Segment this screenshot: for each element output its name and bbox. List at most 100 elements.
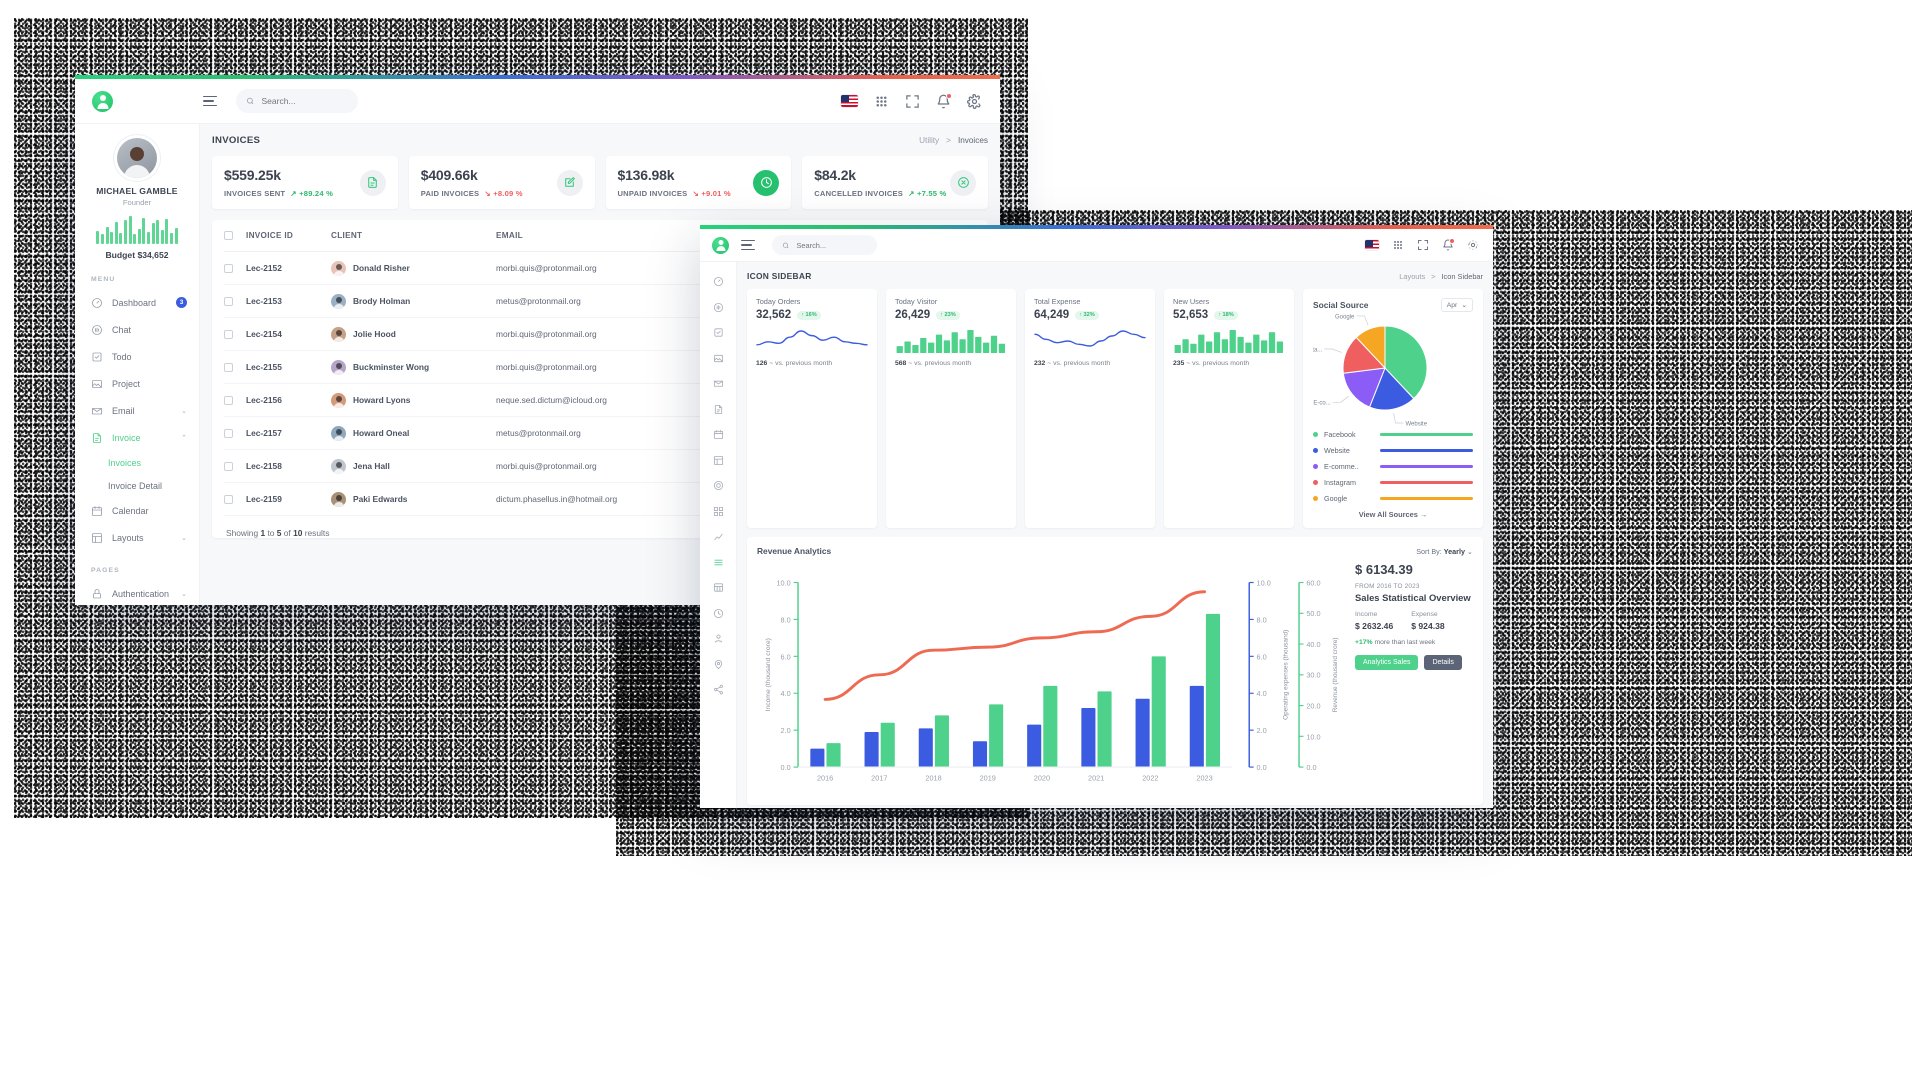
gear-icon[interactable] <box>967 93 982 109</box>
row-select-cell[interactable] <box>224 383 246 417</box>
invoice-icon[interactable] <box>713 404 724 415</box>
notifications-bell-icon-2[interactable] <box>1442 238 1455 251</box>
income-expense-row: Income $ 2632.46 Expense $ 924.38 <box>1355 611 1473 631</box>
row-checkbox[interactable] <box>224 428 233 438</box>
view-all-sources-link[interactable]: View All Sources → <box>1313 510 1473 519</box>
sidebar-item-layouts[interactable]: Layouts ⌄ <box>75 524 199 551</box>
menu-toggle-icon[interactable] <box>203 95 217 107</box>
sidebar: MICHAEL GAMBLE Founder Budget $34,652 ME… <box>75 124 200 605</box>
gear-icon-2[interactable] <box>1467 239 1479 251</box>
stat-value: 52,653 <box>1173 309 1209 321</box>
legend-bar <box>1380 465 1473 468</box>
language-flag-icon-2[interactable] <box>1365 240 1379 250</box>
kpi-card: $559.25k INVOICES SENT ↗ +89.24 % <box>212 156 398 209</box>
row-checkbox[interactable] <box>224 263 233 273</box>
sidebar-item-authentication[interactable]: Authentication ⌄ <box>75 580 199 605</box>
search-input-2[interactable] <box>796 240 867 250</box>
svg-text:Operating expenses (thousand): Operating expenses (thousand) <box>1282 630 1289 720</box>
map-pin-icon[interactable] <box>713 659 724 670</box>
invoice-id-cell: Lec-2157 <box>246 416 331 450</box>
sidebar-item-chat[interactable]: Chat <box>75 316 199 343</box>
row-select-cell[interactable] <box>224 350 246 384</box>
clock-icon[interactable] <box>713 608 724 619</box>
sidebar-subitem-invoice-detail[interactable]: Invoice Detail <box>75 474 199 497</box>
calendar-icon[interactable] <box>713 429 724 440</box>
row-checkbox[interactable] <box>224 494 233 504</box>
logo[interactable] <box>75 90 200 112</box>
client-name: Donald Risher <box>353 263 410 273</box>
sidebar-item-email[interactable]: Email ⌄ <box>75 397 199 424</box>
email-cell: morbi.quis@protonmail.org <box>496 317 726 351</box>
svg-text:0.0: 0.0 <box>1306 763 1316 772</box>
sidebar-item-project[interactable]: Project <box>75 370 199 397</box>
project-icon[interactable] <box>713 353 724 364</box>
breadcrumb-parent-2[interactable]: Layouts <box>1399 272 1425 281</box>
email-cell: dictum.phasellus.in@hotmail.org <box>496 482 726 516</box>
email-icon[interactable] <box>713 378 724 389</box>
fullscreen-icon-2[interactable] <box>1417 239 1429 251</box>
row-select-cell[interactable] <box>224 251 246 285</box>
fullscreen-icon[interactable] <box>905 94 920 109</box>
sidebar-item-label: Chat <box>112 324 132 335</box>
social-source-period-dropdown[interactable]: Apr ⌄ <box>1440 298 1473 312</box>
list-icon[interactable] <box>713 557 724 568</box>
chat-icon[interactable] <box>713 302 724 313</box>
legend-label: Instagram <box>1324 478 1356 487</box>
stat-label: New Users <box>1173 297 1210 306</box>
social-legend-row: Google <box>1313 494 1473 503</box>
share-icon[interactable] <box>713 684 724 695</box>
svg-text:6.0: 6.0 <box>1257 652 1267 661</box>
row-select-cell[interactable] <box>224 317 246 351</box>
revenue-sort-dropdown[interactable]: Sort By: Yearly ⌄ <box>1416 547 1473 556</box>
row-select-cell[interactable] <box>224 482 246 516</box>
analytics-sales-button[interactable]: Analytics Sales <box>1355 655 1419 670</box>
stat-sparkline <box>1034 327 1146 353</box>
apps-grid-icon[interactable] <box>874 94 889 109</box>
table-icon[interactable] <box>713 582 724 593</box>
notifications-bell-icon[interactable] <box>936 92 952 109</box>
breadcrumb-separator: > <box>946 136 951 145</box>
logo-2[interactable] <box>700 236 738 254</box>
kpi-text: $559.25k INVOICES SENT ↗ +89.24 % <box>224 167 360 198</box>
row-checkbox[interactable] <box>224 362 233 372</box>
sidebar-item-calendar[interactable]: Calendar <box>75 497 199 524</box>
sidebar-item-dashboard[interactable]: Dashboard 3 <box>75 289 199 316</box>
breadcrumb-parent[interactable]: Utility <box>919 136 939 145</box>
todo-icon[interactable] <box>713 327 724 338</box>
language-flag-icon[interactable] <box>841 95 858 107</box>
select-all-header[interactable] <box>224 220 246 252</box>
column-header: CLIENT <box>331 220 496 252</box>
kpi-text: $409.66k PAID INVOICES ↘ +8.09 % <box>421 167 557 198</box>
row-select-cell[interactable] <box>224 284 246 318</box>
client-cell: Buckminster Wong <box>331 350 496 384</box>
svg-text:Website: Website <box>1405 421 1427 426</box>
grid-icon[interactable] <box>713 506 724 517</box>
svg-text:10.0: 10.0 <box>1257 578 1271 587</box>
row-select-cell[interactable] <box>224 449 246 483</box>
row-checkbox[interactable] <box>224 329 233 339</box>
search-box-2[interactable] <box>772 235 877 255</box>
svg-text:Income (thousand crore): Income (thousand crore) <box>765 638 772 711</box>
row-select-cell[interactable] <box>224 416 246 450</box>
row-checkbox[interactable] <box>224 296 233 306</box>
layouts-icon[interactable] <box>713 455 724 466</box>
footer-post: results <box>302 528 330 538</box>
row-checkbox[interactable] <box>224 461 233 471</box>
details-button[interactable]: Details <box>1424 655 1462 670</box>
row-checkbox[interactable] <box>224 395 233 405</box>
search-box[interactable] <box>236 89 358 113</box>
invoice-icon <box>91 432 103 444</box>
dashboard-icon[interactable] <box>713 276 724 287</box>
sidebar-subitem-invoices[interactable]: Invoices <box>75 451 199 474</box>
analytics-icon[interactable] <box>713 531 724 542</box>
income-label: Income <box>1355 611 1378 618</box>
apps-grid-icon-2[interactable] <box>1392 239 1404 251</box>
search-input[interactable] <box>261 96 348 106</box>
target-icon[interactable] <box>713 480 724 491</box>
sidebar-item-todo[interactable]: Todo <box>75 343 199 370</box>
select-all-checkbox[interactable] <box>224 231 233 240</box>
menu-toggle-icon-2[interactable] <box>741 239 755 251</box>
user-icon[interactable] <box>713 633 724 644</box>
sidebar-item-invoice[interactable]: Invoice ⌃ <box>75 424 199 451</box>
notification-badge-2 <box>1449 238 1455 244</box>
